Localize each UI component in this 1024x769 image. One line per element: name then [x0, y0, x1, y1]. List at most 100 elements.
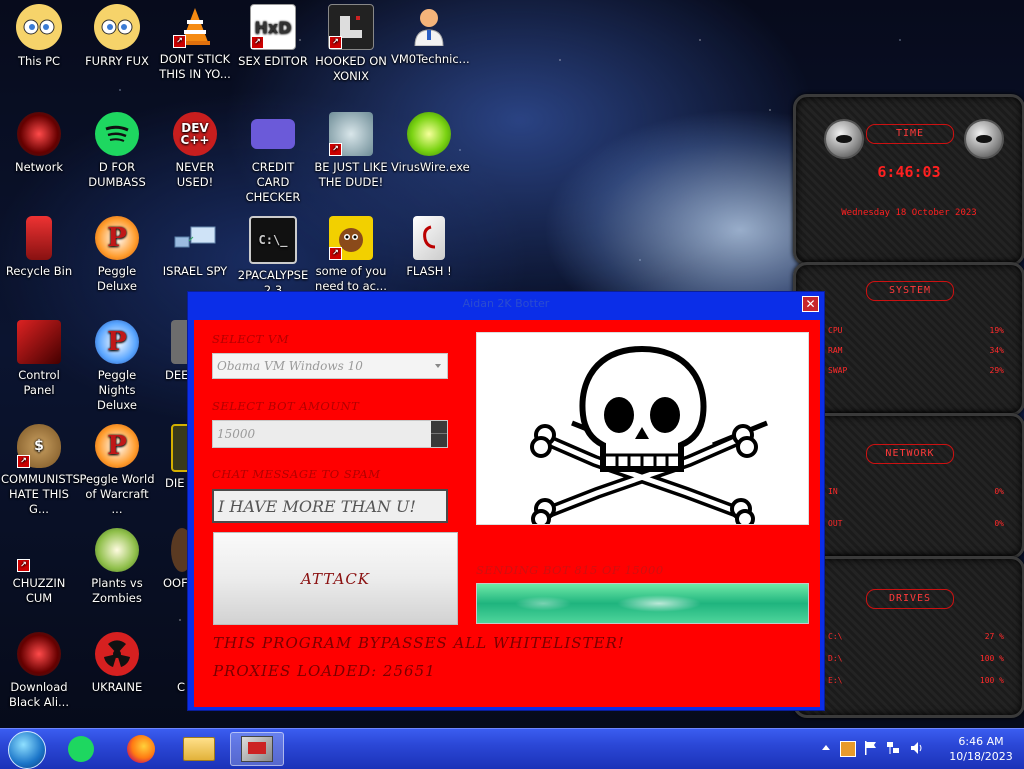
- bot-amount-label: SELECT BOT AMOUNT: [212, 399, 360, 413]
- desktop-icon-label: HOOKED ON XONIX: [315, 54, 387, 83]
- desktop-icon-label: CHUZZIN CUM: [12, 576, 66, 605]
- cpp-text: C++: [180, 133, 210, 147]
- spotify-icon: [68, 736, 94, 762]
- time-gadget: TIME 6:46:03 Wednesday 18 October 2023: [793, 94, 1024, 266]
- desktop-icon-label: VirusWire.exe: [391, 160, 470, 174]
- desktop-icon-viruswire[interactable]: VirusWire.exe: [391, 112, 470, 175]
- cartoon-face-icon: [16, 4, 62, 50]
- alien-icon: [17, 632, 61, 676]
- desktop-icon-download-black-alien[interactable]: Download Black Ali...: [1, 632, 77, 710]
- hxd-text: HxD: [254, 17, 292, 37]
- desktop-icon-label: D FOR DUMBASS: [88, 160, 146, 189]
- terminal-icon: C:\_: [249, 216, 297, 264]
- desktop-icon-this-pc[interactable]: This PC: [1, 4, 77, 69]
- desktop-icon-never-used[interactable]: DEV C++ NEVER USED!: [157, 112, 233, 190]
- drives-row-c: C:\ 27 %: [828, 632, 1004, 641]
- desktop-icon-sex-editor[interactable]: HxD ↗ SEX EDITOR: [235, 4, 311, 69]
- row-label: E:\: [828, 676, 843, 685]
- shortcut-arrow-icon: ↗: [329, 143, 342, 156]
- system-row-swap: SWAP 29%: [828, 366, 1004, 375]
- desktop-icon-label: Download Black Ali...: [9, 680, 69, 709]
- flag-icon[interactable]: [864, 741, 878, 755]
- desktop-icon-be-just-like-the-dude[interactable]: ↗ BE JUST LIKE THE DUDE!: [313, 112, 389, 190]
- desktop-icon-peggle-wow[interactable]: P Peggle World of Warcraft ...: [79, 424, 155, 517]
- desktop-icon-hooked-on-xonix[interactable]: ↗ HOOKED ON XONIX: [313, 4, 389, 84]
- desktop-icon-furry-fux[interactable]: FURRY FUX: [79, 4, 155, 69]
- network-icon[interactable]: [886, 741, 900, 755]
- desktop-icon-plants-vs-zombies[interactable]: Plants vs Zombies: [79, 528, 155, 606]
- progress-fill: [477, 584, 808, 623]
- desktop-icon-label: Peggle Deluxe: [97, 264, 137, 293]
- desktop-icon-communists[interactable]: $ ↗ COMMUNISTS HATE THIS G...: [1, 424, 80, 517]
- network-gadget: NETWORK IN 0% OUT 0%: [793, 413, 1024, 559]
- desktop-icon-peggle-nights[interactable]: P Peggle Nights Deluxe: [79, 320, 155, 413]
- desktop-icon-label: SEX EDITOR: [238, 54, 308, 68]
- volume-icon[interactable]: [910, 741, 924, 755]
- cartoon-face-icon: [94, 4, 140, 50]
- attack-button[interactable]: ATTACK: [213, 532, 458, 625]
- close-button[interactable]: ✕: [802, 296, 819, 312]
- folder-icon: [183, 737, 215, 761]
- peggle-wow-icon: P: [95, 424, 139, 468]
- hxd-icon: HxD ↗: [250, 4, 296, 50]
- chat-message-label: CHAT MESSAGE TO SPAM: [212, 467, 381, 481]
- desktop-icon-label: Recycle Bin: [5, 264, 73, 278]
- desktop-icon-credit-card-checker[interactable]: CREDIT CARD CHECKER: [235, 112, 311, 205]
- system-row-ram: RAM 34%: [828, 346, 1004, 355]
- row-value: 19%: [989, 326, 1004, 335]
- clock-date: 10/18/2023: [949, 750, 1013, 763]
- desktop-icon-recycle-bin[interactable]: Recycle Bin: [1, 216, 77, 279]
- desktop-icon-flash[interactable]: FLASH !: [391, 216, 467, 279]
- desktop-icon-vm0technic[interactable]: VM0Technic...: [391, 4, 470, 67]
- taskbar-firefox[interactable]: [120, 732, 162, 766]
- desktop-icon-peggle-deluxe[interactable]: P Peggle Deluxe: [79, 216, 155, 294]
- dog-icon: ↗: [329, 216, 373, 260]
- chat-message-value: I HAVE MORE THAN U!: [218, 497, 416, 516]
- desktop-icon-control-panel[interactable]: Control Panel: [1, 320, 77, 398]
- proxies-note: PROXIES LOADED: 25651: [213, 662, 436, 680]
- desktop-icon-label: CREDIT CARD CHECKER: [245, 160, 301, 204]
- desktop-icon-chuzzin[interactable]: ↗ CHUZZIN CUM: [1, 528, 77, 606]
- desktop-icon-2pacalypse[interactable]: C:\_ 2PACALYPSE 2.3: [235, 216, 311, 298]
- desktop-icon-dont-stick[interactable]: ↗ DONT STICK THIS IN YO...: [157, 4, 233, 82]
- drives-row-d: D:\ 100 %: [828, 654, 1004, 663]
- bot-amount-stepper[interactable]: 15000: [212, 420, 448, 448]
- firefox-icon: [127, 735, 155, 763]
- taskbar-file-explorer[interactable]: [178, 732, 220, 766]
- row-label: C:\: [828, 632, 843, 641]
- row-value: 0%: [994, 487, 1004, 496]
- desktop-icon-d-for-dumbass[interactable]: D FOR DUMBASS: [79, 112, 155, 190]
- alien-head-icon: [824, 119, 864, 159]
- tray-app-icon[interactable]: [840, 741, 856, 757]
- spotify-icon: [95, 112, 139, 156]
- taskbar-botter-app[interactable]: [230, 732, 284, 766]
- taskbar-clock[interactable]: 6:46 AM 10/18/2023: [946, 734, 1016, 764]
- select-vm-label: SELECT VM: [212, 332, 290, 346]
- vlc-cone-icon: ↗: [173, 4, 217, 48]
- desktop-icon-network[interactable]: Network: [1, 112, 77, 175]
- select-vm-value: Obama VM Windows 10: [217, 359, 363, 373]
- row-label: IN: [828, 487, 838, 496]
- taskbar-spotify[interactable]: [60, 732, 102, 766]
- row-label: SWAP: [828, 366, 848, 375]
- close-icon: ✕: [805, 297, 816, 311]
- desktop-icon-ukraine[interactable]: UKRAINE: [79, 632, 155, 695]
- row-value: 27 %: [984, 632, 1004, 641]
- desktop-icon-israel-spy[interactable]: ISRAEL SPY: [157, 216, 233, 279]
- start-button[interactable]: [8, 731, 46, 769]
- row-label: CPU: [828, 326, 843, 335]
- select-vm-dropdown[interactable]: Obama VM Windows 10: [212, 353, 448, 379]
- bot-status-text: SENDING BOT 815 OF 15000: [476, 563, 664, 577]
- desktop-icon-some-of-you[interactable]: ↗ some of you need to ac...: [313, 216, 389, 294]
- row-value: 0%: [994, 519, 1004, 528]
- desktop-icon-label: VM0Technic...: [391, 52, 470, 66]
- chat-message-input[interactable]: I HAVE MORE THAN U!: [212, 489, 448, 523]
- flower-icon: [95, 528, 139, 572]
- money-bag-icon: $ ↗: [17, 424, 61, 468]
- stepper-buttons[interactable]: [431, 421, 447, 447]
- chevron-up-icon[interactable]: [822, 745, 830, 750]
- shortcut-arrow-icon: ↗: [329, 36, 342, 49]
- character-icon: ↗: [329, 112, 373, 156]
- botter-window[interactable]: Aidan 2K Botter ✕ SELECT VM Obama VM Win…: [187, 291, 825, 711]
- row-value: 29%: [989, 366, 1004, 375]
